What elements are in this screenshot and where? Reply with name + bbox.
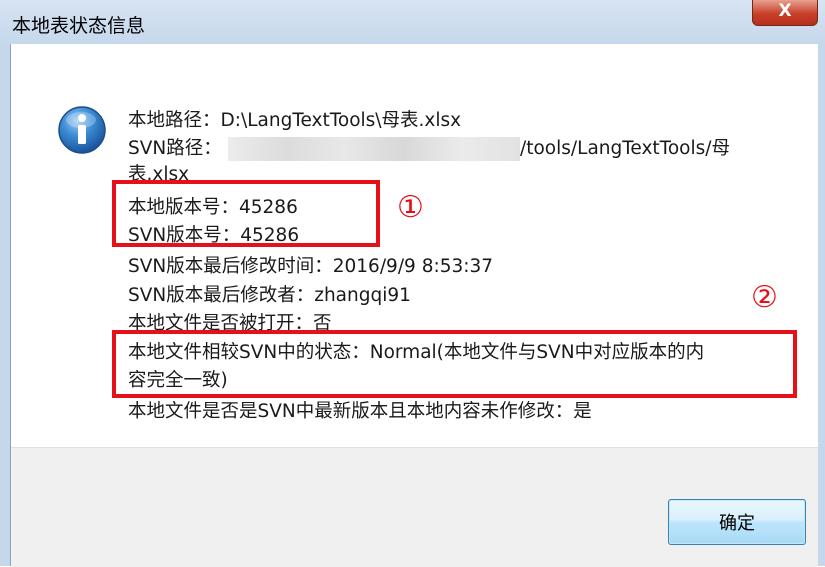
close-icon: X	[778, 1, 792, 21]
close-button[interactable]: X	[752, 0, 818, 26]
annotation-box-1	[112, 180, 380, 247]
annotation-number-1: ①	[397, 190, 424, 225]
title-bar[interactable]: 本地表状态信息 X	[0, 0, 825, 44]
local-path-line: 本地路径：D:\LangTextTools\母表.xlsx	[128, 110, 462, 131]
svn-path-tail: /tools/LangTextTools/母	[520, 138, 730, 159]
svn-last-modified-by-line: SVN版本最后修改者：zhangqi91	[128, 285, 411, 306]
annotation-box-2	[112, 330, 797, 398]
info-icon	[58, 106, 106, 154]
annotation-number-2: ②	[751, 280, 778, 315]
ok-button[interactable]: 确定	[668, 499, 806, 545]
svn-last-modified-time-line: SVN版本最后修改时间：2016/9/9 8:53:37	[128, 256, 494, 277]
redacted-path-segment	[228, 137, 520, 161]
svn-path-label: SVN路径：	[128, 138, 222, 159]
window-frame-left	[0, 44, 10, 566]
window-title: 本地表状态信息	[12, 15, 146, 37]
window-frame-right	[818, 44, 825, 566]
latest-unmodified-line: 本地文件是否是SVN中最新版本且本地内容未作修改：是	[128, 401, 592, 422]
status-dialog: 本地表状态信息 X 本地路径：D:\LangTextTools\母表.xlsx …	[0, 0, 825, 567]
